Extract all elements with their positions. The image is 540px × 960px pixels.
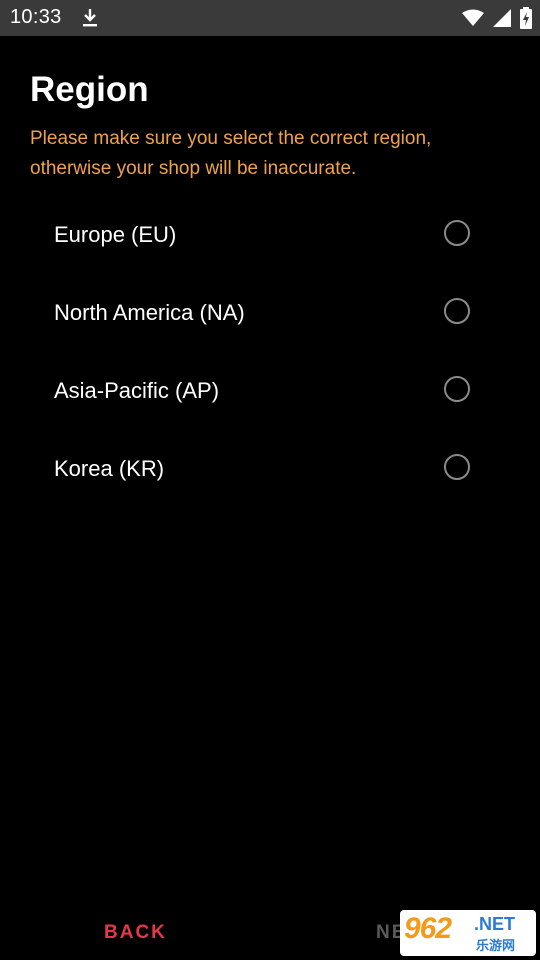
battery-charging-icon (520, 7, 532, 29)
watermark-subtitle: 乐游网 (476, 939, 516, 954)
watermark-number: 962 (404, 912, 452, 945)
region-option-ap[interactable]: Asia-Pacific (AP) (0, 352, 540, 430)
page-title: Region (30, 70, 149, 109)
region-option-eu[interactable]: Europe (EU) (0, 196, 540, 274)
region-list: Europe (EU) North America (NA) Asia-Paci… (0, 196, 540, 508)
status-time: 10:33 (10, 6, 62, 28)
status-bar: 10:33 (0, 0, 540, 36)
download-icon (80, 7, 100, 29)
radio-button[interactable] (444, 220, 470, 246)
signal-icon (492, 8, 512, 28)
site-watermark-logo: 962 .NET 乐游网 (400, 910, 536, 956)
region-label: Korea (KR) (54, 456, 165, 481)
region-option-na[interactable]: North America (NA) (0, 274, 540, 352)
region-screen: 10:33 Region Please make sure you select… (0, 0, 540, 960)
radio-button[interactable] (444, 298, 470, 324)
wifi-icon (462, 9, 484, 27)
region-label: Europe (EU) (54, 222, 177, 247)
region-warning-text: Please make sure you select the correct … (30, 128, 432, 179)
status-icons (462, 6, 532, 30)
back-button[interactable]: BACK (104, 922, 167, 944)
region-label: North America (NA) (54, 300, 245, 325)
radio-button[interactable] (444, 454, 470, 480)
watermark-suffix: .NET (474, 914, 516, 934)
region-option-kr[interactable]: Korea (KR) (0, 430, 540, 508)
region-label: Asia-Pacific (AP) (54, 378, 220, 403)
radio-button[interactable] (444, 376, 470, 402)
